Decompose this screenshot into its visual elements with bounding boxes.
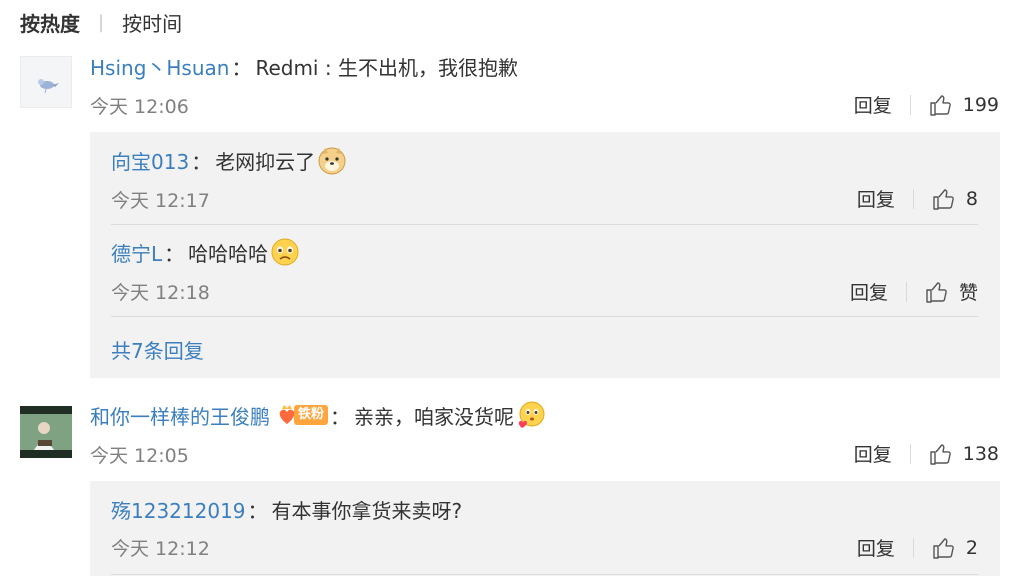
reply-time: 今天 12:12 (111, 538, 210, 560)
comment-line: Hsing丶Hsuan ： Redmi : 生不出机，我很抱歉 (90, 52, 518, 81)
action-divider (912, 188, 914, 209)
more-replies-link[interactable]: 共7条回复 (111, 335, 204, 364)
reply-line: 向宝013 ： 老网抑云了 (111, 145, 347, 175)
like-button[interactable]: 8 (932, 187, 978, 211)
comment-text: Redmi : 生不出机，我很抱歉 (255, 56, 518, 80)
bird-avatar-image (21, 57, 71, 107)
reply-line: 德宁L ： 哈哈哈哈 (111, 237, 300, 267)
reply-text: 有本事你拿货来卖呀? (271, 499, 463, 523)
comment-actions: 回复 199 (854, 91, 999, 118)
reply-actions: 回复 赞 (850, 278, 978, 305)
reply-time: 今天 12:17 (111, 190, 210, 212)
fan-badge: 铁粉 (276, 403, 329, 427)
reply-list: 向宝013 ： 老网抑云了 今天 12:17 回复 8 德宁L ： 哈哈哈哈 今… (90, 132, 1000, 378)
action-divider (909, 443, 911, 464)
like-count: 199 (962, 93, 999, 116)
like-label: 赞 (958, 282, 978, 304)
comment-text: 亲亲，咱家没货呢 (354, 404, 515, 429)
like-button[interactable]: 2 (932, 536, 978, 560)
avatar[interactable] (20, 406, 72, 458)
like-button[interactable]: 赞 (925, 278, 978, 305)
reply-button[interactable]: 回复 (850, 278, 888, 305)
colon: ： (231, 56, 252, 80)
thumbs-up-icon (930, 443, 951, 465)
sort-by-hot-tab[interactable]: 按热度 (20, 8, 80, 37)
badge-label: 铁粉 (294, 405, 329, 425)
sort-bar: 按热度 | 按时间 (20, 8, 182, 36)
comment-username[interactable]: 和你一样棒的王俊鹏 (90, 401, 270, 430)
avatar[interactable] (20, 56, 72, 108)
colon: ： (247, 499, 268, 523)
action-divider (912, 537, 914, 558)
reply-divider (111, 574, 978, 575)
sort-separator: | (98, 11, 105, 33)
colon: ： (191, 149, 212, 174)
reply-username[interactable]: 殇123212019 (111, 495, 246, 524)
thumbs-up-icon (926, 281, 947, 303)
person-avatar-image (20, 406, 72, 458)
reply-actions: 回复 8 (857, 185, 978, 212)
reply-username[interactable]: 向宝013 (111, 146, 189, 175)
thumbs-up-icon (930, 94, 951, 116)
reply-button[interactable]: 回复 (854, 440, 892, 467)
thumbs-up-icon (933, 537, 954, 559)
action-divider (905, 281, 907, 302)
comment-actions: 回复 138 (854, 440, 999, 467)
reply-button[interactable]: 回复 (857, 534, 895, 561)
like-button[interactable]: 199 (929, 93, 999, 117)
reply-divider (111, 316, 978, 317)
reply-list: 殇123212019 ： 有本事你拿货来卖呀? 今天 12:12 回复 2 (90, 481, 1000, 576)
heart-kiss-emoji-icon (518, 401, 545, 428)
reply-username[interactable]: 德宁L (111, 238, 162, 267)
colon: ： (330, 404, 351, 429)
like-count: 2 (965, 536, 978, 559)
comment-time: 今天 12:06 (90, 96, 189, 118)
reply-text: 老网抑云了 (215, 149, 316, 174)
reply-time: 今天 12:18 (111, 282, 210, 304)
like-count: 138 (962, 442, 999, 465)
comment-line: 和你一样棒的王俊鹏 铁粉 ： 亲亲，咱家没货呢 (90, 400, 546, 430)
like-button[interactable]: 138 (929, 442, 999, 466)
reply-divider (111, 224, 978, 225)
reply-line: 殇123212019 ： 有本事你拿货来卖呀? (111, 495, 462, 524)
sort-by-time-tab[interactable]: 按时间 (122, 8, 182, 37)
reply-button[interactable]: 回复 (857, 185, 895, 212)
thumbs-up-icon (933, 188, 954, 210)
colon: ： (164, 241, 185, 266)
action-divider (909, 94, 911, 115)
reply-actions: 回复 2 (857, 534, 978, 561)
sad-emoji-icon (271, 238, 299, 266)
comment-username[interactable]: Hsing丶Hsuan (90, 52, 229, 81)
like-count: 8 (965, 187, 978, 210)
reply-button[interactable]: 回复 (854, 91, 892, 118)
comment-time: 今天 12:05 (90, 445, 189, 467)
reply-text: 哈哈哈哈 (188, 241, 269, 266)
doge-emoji-icon (318, 147, 346, 175)
